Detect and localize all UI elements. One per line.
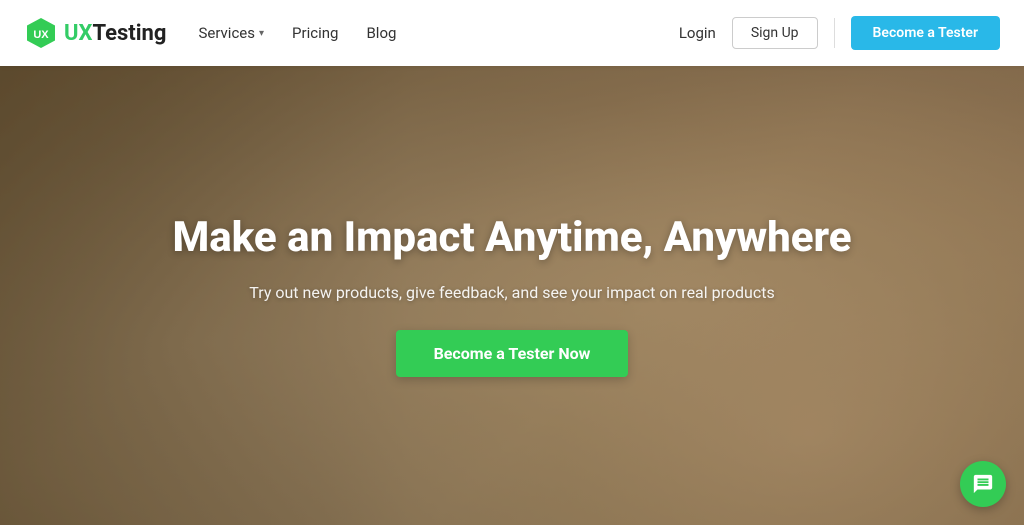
chevron-down-icon: ▾ <box>259 28 264 39</box>
nav-pricing[interactable]: Pricing <box>292 24 338 42</box>
nav-blog[interactable]: Blog <box>366 24 396 42</box>
navbar: UX UXTesting Services ▾ Pricing Blog Log… <box>0 0 1024 66</box>
become-tester-nav-button[interactable]: Become a Tester <box>851 16 1000 50</box>
logo-text: UXTesting <box>64 21 166 46</box>
nav-links: Services ▾ Pricing Blog <box>198 24 678 42</box>
hero-content: Make an Impact Anytime, Anywhere Try out… <box>0 66 1024 525</box>
nav-right: Login Sign Up Become a Tester <box>679 16 1000 50</box>
logo-icon: UX <box>24 16 58 50</box>
login-button[interactable]: Login <box>679 24 716 42</box>
nav-divider <box>834 18 835 48</box>
become-tester-hero-button[interactable]: Become a Tester Now <box>396 330 629 377</box>
signup-button[interactable]: Sign Up <box>732 17 818 49</box>
logo[interactable]: UX UXTesting <box>24 16 166 50</box>
svg-text:UX: UX <box>33 29 49 41</box>
hero-title: Make an Impact Anytime, Anywhere <box>172 214 851 262</box>
chat-button[interactable] <box>960 461 1006 507</box>
hero-subtitle: Try out new products, give feedback, and… <box>249 280 774 306</box>
hero-section: Make an Impact Anytime, Anywhere Try out… <box>0 66 1024 525</box>
chat-icon <box>972 473 994 495</box>
nav-services[interactable]: Services ▾ <box>198 24 264 42</box>
